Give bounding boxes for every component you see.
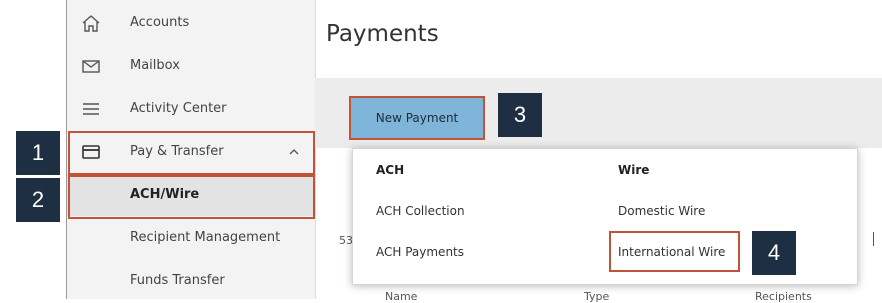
column-header-recipients[interactable]: Recipients <box>755 290 812 303</box>
sidebar-item-recipient-management[interactable]: Recipient Management <box>67 217 316 259</box>
column-header-name[interactable]: Name <box>385 290 417 303</box>
new-payment-button[interactable]: New Payment <box>349 96 485 140</box>
sidebar-item-label: Activity Center <box>130 101 227 116</box>
sidebar-item-accounts[interactable]: Accounts <box>67 2 316 44</box>
sidebar-item-activity-center[interactable]: Activity Center <box>67 88 316 130</box>
partial-count-text: 53 <box>339 234 353 247</box>
menu-header-ach: ACH <box>376 163 405 177</box>
column-header-type[interactable]: Type <box>584 290 609 303</box>
menu-item-ach-collection[interactable]: ACH Collection <box>376 204 465 218</box>
callout-1: 1 <box>16 131 60 175</box>
callout-4: 4 <box>752 231 796 275</box>
page-title: Payments <box>326 21 439 47</box>
menu-item-domestic-wire[interactable]: Domestic Wire <box>618 204 705 218</box>
highlight-international-wire <box>609 231 740 272</box>
sidebar-item-label: Accounts <box>130 15 190 30</box>
menu-header-wire: Wire <box>618 163 650 177</box>
highlight-pay-transfer <box>68 131 315 175</box>
callout-2: 2 <box>16 178 60 222</box>
home-icon <box>82 15 100 32</box>
sidebar-item-mailbox[interactable]: Mailbox <box>67 45 316 87</box>
sidebar-item-funds-transfer[interactable]: Funds Transfer <box>67 260 316 302</box>
sidebar-item-label: Recipient Management <box>130 230 281 245</box>
menu-list-icon <box>83 103 99 115</box>
sidebar-item-label: Funds Transfer <box>130 273 225 288</box>
highlight-ach-wire <box>68 175 315 219</box>
divider <box>873 232 874 246</box>
sidebar-item-label: Mailbox <box>130 58 180 73</box>
mail-icon <box>82 60 100 73</box>
callout-3: 3 <box>498 93 542 137</box>
menu-item-ach-payments[interactable]: ACH Payments <box>376 245 464 259</box>
